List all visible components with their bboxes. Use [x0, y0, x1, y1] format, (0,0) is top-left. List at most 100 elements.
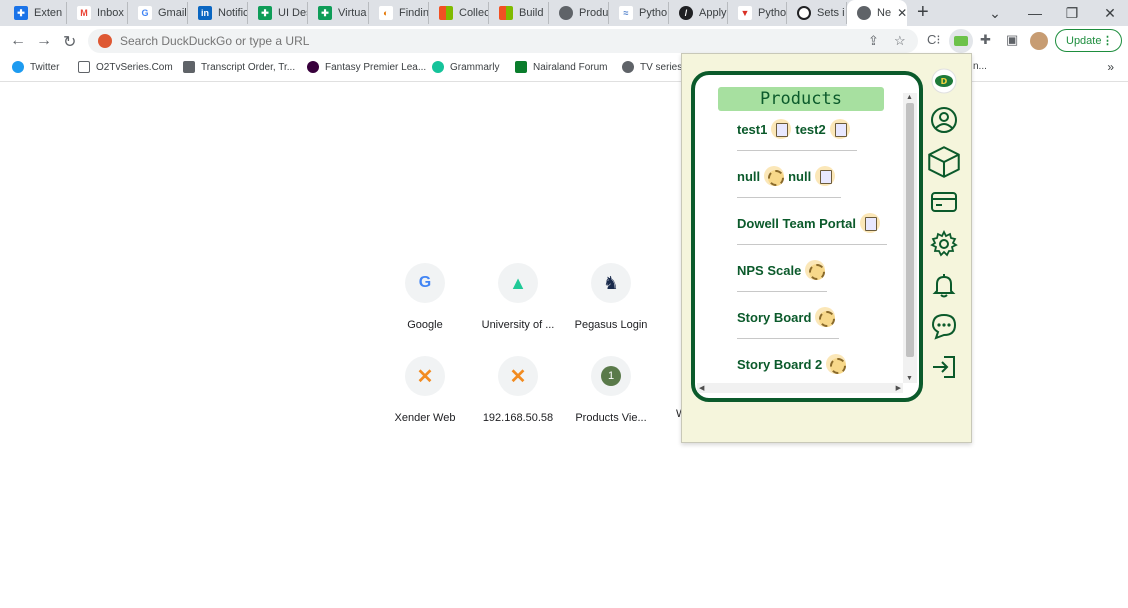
tab-inbox[interactable]: M Inbox	[67, 2, 128, 24]
dowell-logo-icon[interactable]: D	[926, 68, 962, 94]
extensions-puzzle-icon[interactable]: ✚	[980, 32, 991, 48]
bookmark-o2tvseries[interactable]: O2TvSeries.Com	[78, 61, 173, 73]
pegasus-icon: ♞	[591, 263, 631, 303]
profile-icon[interactable]	[926, 106, 962, 134]
share-icon[interactable]: ⇪	[868, 33, 879, 49]
product-link-story-board[interactable]: Story Board	[737, 310, 811, 325]
close-icon[interactable]: ✕	[897, 6, 907, 20]
shortcut-university[interactable]: ▲ University of ...	[473, 263, 563, 331]
tab-python-1[interactable]: ≈ Pytho	[609, 2, 669, 24]
scroll-up-arrow-icon[interactable]: ▲	[906, 94, 913, 101]
scrollbar-thumb[interactable]	[906, 103, 914, 357]
forward-icon[interactable]: →	[36, 32, 52, 50]
extension-c-icon[interactable]: C⁝	[927, 32, 941, 48]
credit-card-icon[interactable]	[926, 190, 962, 214]
product-link-dowell-team-portal[interactable]: Dowell Team Portal	[737, 216, 856, 231]
nairaland-icon	[515, 61, 527, 73]
tab-extensions[interactable]: ✚ Exten	[4, 2, 67, 24]
scroll-right-arrow-icon[interactable]: ▶	[896, 384, 901, 392]
shortcut-local-ip[interactable]: ✕ 192.168.50.58	[473, 356, 563, 424]
back-icon[interactable]: ←	[10, 32, 26, 50]
gear-badge-icon[interactable]	[764, 166, 785, 186]
product-link-story-board-2[interactable]: Story Board 2	[737, 357, 822, 372]
gmail-icon: M	[77, 6, 91, 20]
crosshair-badge-icon[interactable]	[815, 307, 836, 327]
premier-league-icon	[307, 61, 319, 73]
products-box-icon[interactable]	[926, 140, 962, 184]
tab-search-chevron-icon[interactable]: ⌄	[977, 0, 1013, 26]
findin-icon: ◐	[379, 6, 393, 20]
bookmark-twitter[interactable]: Twitter	[12, 61, 59, 73]
university-icon: ▲	[498, 263, 538, 303]
reload-icon[interactable]: ↻	[63, 32, 76, 52]
tab-gmail[interactable]: G Gmail	[128, 2, 188, 24]
bookmark-truncated[interactable]: n...	[973, 61, 987, 72]
vertical-scrollbar[interactable]: ▲ ▼	[903, 93, 917, 383]
clipboard-icon[interactable]	[771, 119, 792, 139]
extension-dowell-icon[interactable]	[949, 29, 973, 53]
settings-gear-icon[interactable]	[926, 230, 962, 258]
tab-python-2[interactable]: ▼ Pytho	[728, 2, 787, 24]
logout-icon[interactable]	[926, 354, 962, 380]
side-panel-icon[interactable]: ▣	[1006, 32, 1018, 48]
chat-icon[interactable]	[926, 312, 962, 340]
microsoft-icon	[439, 6, 453, 20]
window-close-button[interactable]: ✕	[1092, 0, 1128, 26]
update-button[interactable]: Update ⋮	[1055, 29, 1122, 52]
tab-finding[interactable]: ◐ Findin	[369, 2, 429, 24]
clipboard-icon[interactable]	[859, 213, 880, 233]
tab-products[interactable]: Produ	[549, 2, 609, 24]
address-bar[interactable]: ⇪ ☆	[88, 29, 918, 53]
puzzle-icon: ✚	[14, 6, 28, 20]
product-row-story-board-2: Story Board 2	[737, 354, 850, 374]
tab-sets[interactable]: Sets i	[787, 2, 847, 24]
product-link-null-1[interactable]: null	[737, 169, 760, 184]
grammarly-icon	[432, 61, 444, 73]
scroll-down-arrow-icon[interactable]: ▼	[906, 375, 913, 382]
shortcut-xender[interactable]: ✕ Xender Web	[380, 356, 470, 424]
tab-build[interactable]: Build	[489, 2, 549, 24]
restore-button[interactable]: ❐	[1054, 0, 1090, 26]
shortcut-google[interactable]: G Google	[380, 263, 470, 331]
crosshair-badge-icon[interactable]	[826, 354, 847, 374]
bell-icon[interactable]	[926, 271, 962, 299]
bookmark-star-icon[interactable]: ☆	[894, 33, 906, 49]
product-row-story-board: Story Board	[737, 307, 839, 327]
bookmark-nairaland[interactable]: Nairaland Forum	[515, 61, 607, 73]
more-bookmarks-chevron-icon[interactable]: »	[1107, 60, 1114, 74]
search-input[interactable]	[120, 34, 720, 48]
product-link-test2[interactable]: test2	[795, 122, 825, 137]
minimize-button[interactable]: —	[1017, 0, 1053, 26]
bookmark-tv-series[interactable]: TV series	[622, 61, 682, 73]
product-link-nps-scale[interactable]: NPS Scale	[737, 263, 801, 278]
wave-icon: ≈	[619, 6, 633, 20]
shortcut-products-view[interactable]: 1 Products Vie...	[566, 356, 656, 424]
products-card: Products test1 test2 null null Dowell Te…	[691, 71, 923, 402]
product-row-dowell-team-portal: Dowell Team Portal	[737, 213, 884, 233]
bookmark-grammarly[interactable]: Grammarly	[432, 61, 499, 73]
product-link-test1[interactable]: test1	[737, 122, 767, 137]
product-row-test: test1 test2	[737, 119, 854, 139]
clipboard-icon[interactable]	[829, 119, 850, 139]
shortcut-pegasus[interactable]: ♞ Pegasus Login	[566, 263, 656, 331]
gear-badge-icon[interactable]	[805, 260, 826, 280]
tab-notifications[interactable]: in Notific	[188, 2, 248, 24]
tab-collections[interactable]: Collec	[429, 2, 489, 24]
twitter-icon	[12, 61, 24, 73]
clipboard-icon[interactable]	[815, 166, 836, 186]
tab-apply[interactable]: / Apply	[669, 2, 728, 24]
bookmark-fantasy-premier[interactable]: Fantasy Premier Lea...	[307, 61, 426, 73]
new-tab-button[interactable]: +	[917, 1, 929, 24]
avatar[interactable]	[1030, 32, 1048, 50]
horizontal-scrollbar[interactable]: ◀ ▶	[697, 383, 903, 393]
product-row-nps-scale: NPS Scale	[737, 260, 829, 280]
tab-virtual[interactable]: ✚ Virtua	[308, 2, 369, 24]
scroll-left-arrow-icon[interactable]: ◀	[699, 384, 704, 392]
building-icon	[183, 61, 195, 73]
v-icon: ▼	[738, 6, 752, 20]
bookmark-transcript[interactable]: Transcript Order, Tr...	[183, 61, 295, 73]
sheets-icon: ✚	[318, 6, 332, 20]
tab-new-tab[interactable]: Ne ✕	[847, 0, 907, 26]
product-link-null-2[interactable]: null	[788, 169, 811, 184]
tab-ui-design[interactable]: ✚UI Des	[248, 2, 308, 24]
